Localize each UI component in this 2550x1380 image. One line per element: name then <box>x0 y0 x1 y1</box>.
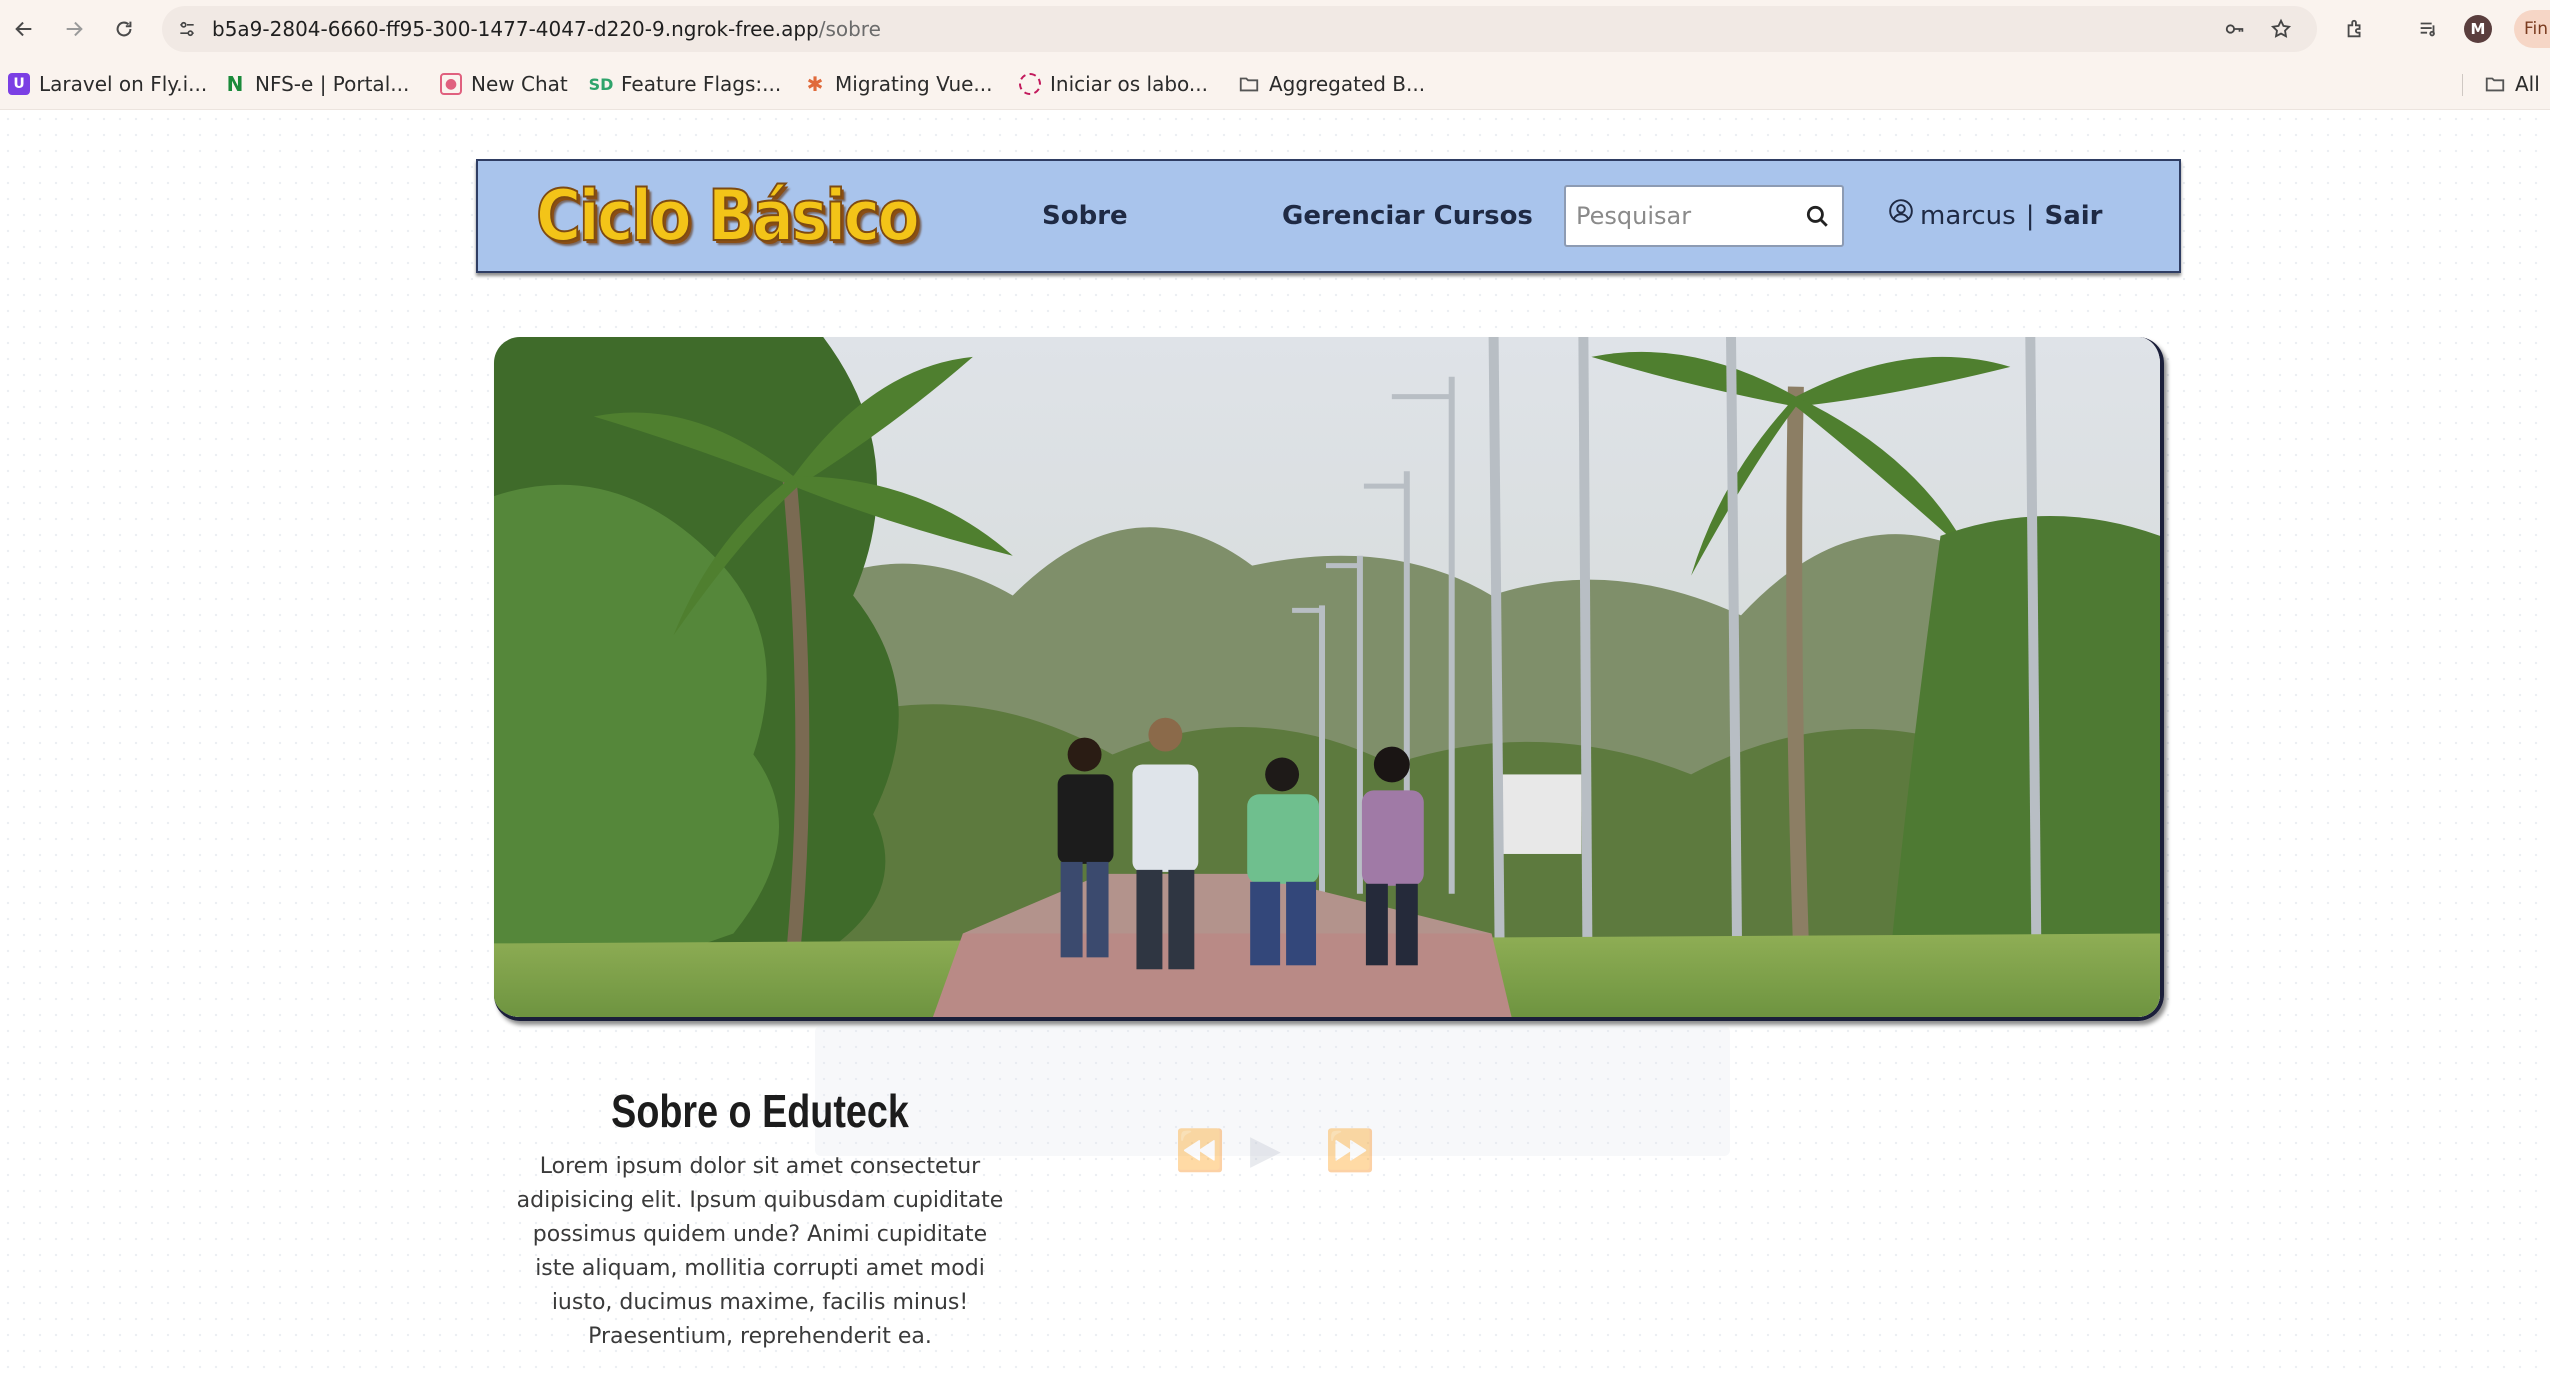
search-box <box>1564 185 1844 247</box>
address-bar[interactable]: b5a9-2804-6660-ff95-300-1477-4047-d220-9… <box>162 6 2317 52</box>
back-icon[interactable] <box>7 12 41 46</box>
url-text: b5a9-2804-6660-ff95-300-1477-4047-d220-9… <box>212 17 881 41</box>
bookmark-label: Feature Flags:... <box>621 72 782 96</box>
folder-icon <box>1238 73 1260 95</box>
bookmark-new-chat[interactable]: ● New Chat <box>440 70 568 98</box>
about-description: Lorem ipsum dolor sit amet consectetur a… <box>516 1154 1004 1349</box>
bookmark-label: Migrating Vue... <box>835 72 993 96</box>
bookmark-label: New Chat <box>471 72 568 96</box>
labs-icon <box>1019 73 1041 95</box>
finish-update-button[interactable]: Fin <box>2514 10 2550 48</box>
bookmark-feature-flags[interactable]: SD Feature Flags:... <box>588 70 782 98</box>
bookmark-label: NFS-e | Portal... <box>255 72 410 96</box>
all-bookmarks-folder[interactable]: All <box>2484 70 2540 98</box>
user-circle-icon <box>1889 199 1913 223</box>
user-separator: | <box>2025 201 2035 231</box>
bookmark-label: Laravel on Fly.i... <box>39 72 208 96</box>
folder-icon <box>2484 73 2506 95</box>
bookmark-star-icon[interactable] <box>2268 16 2294 42</box>
rewind-icon: ⏪ <box>1175 1128 1225 1174</box>
bookmark-label: Iniciar os labo... <box>1050 72 1208 96</box>
laravel-icon: U <box>8 73 30 95</box>
browser-toolbar: b5a9-2804-6660-ff95-300-1477-4047-d220-9… <box>0 0 2550 58</box>
bookmark-laravel[interactable]: U Laravel on Fly.i... <box>8 70 207 98</box>
migrating-icon: ✱ <box>806 72 824 96</box>
page-content: Ciclo Básico Sobre Gerenciar Cursos marc… <box>0 111 2550 1380</box>
bookmark-iniciar-labs[interactable]: Iniciar os labo... <box>1019 70 1208 98</box>
search-input[interactable] <box>1576 187 1796 245</box>
play-icon: ▶ <box>1250 1127 1281 1173</box>
user-menu: marcus | Sair <box>1888 161 2102 271</box>
nav-link-gerenciar-cursos[interactable]: Gerenciar Cursos <box>1282 161 1533 271</box>
bookmark-nfse[interactable]: N NFS-e | Portal... <box>224 70 410 98</box>
password-key-icon[interactable] <box>2222 16 2248 42</box>
site-settings-icon[interactable] <box>174 16 200 42</box>
logout-link[interactable]: Sair <box>2044 201 2102 231</box>
nav-link-sobre[interactable]: Sobre <box>1042 161 1128 271</box>
bookmark-label: Aggregated B... <box>1269 72 1426 96</box>
bookmark-label: All <box>2515 72 2540 96</box>
profile-avatar[interactable]: M <box>2464 15 2492 43</box>
site-header: Ciclo Básico Sobre Gerenciar Cursos marc… <box>476 159 2181 273</box>
hero-image <box>494 337 2164 1021</box>
site-logo[interactable]: Ciclo Básico <box>535 173 921 259</box>
username[interactable]: marcus <box>1920 201 2016 231</box>
feature-flags-icon: SD <box>588 74 614 94</box>
about-title: Sobre o Eduteck <box>611 1085 909 1137</box>
extensions-icon[interactable] <box>2338 12 2372 46</box>
fast-forward-icon: ⏩ <box>1325 1128 1375 1174</box>
forward-icon[interactable] <box>57 12 91 46</box>
reload-icon[interactable] <box>107 12 141 46</box>
bookmark-migrating-vue[interactable]: ✱ Migrating Vue... <box>804 70 993 98</box>
bookmarks-divider <box>2462 74 2463 96</box>
search-icon[interactable] <box>1804 203 1830 229</box>
nfse-icon: N <box>226 72 244 96</box>
chat-icon: ● <box>440 73 462 95</box>
bookmarks-bar: U Laravel on Fly.i... N NFS-e | Portal..… <box>0 58 2550 110</box>
media-controls-icon[interactable] <box>2411 12 2445 46</box>
bookmark-aggregated[interactable]: Aggregated B... <box>1238 70 1425 98</box>
